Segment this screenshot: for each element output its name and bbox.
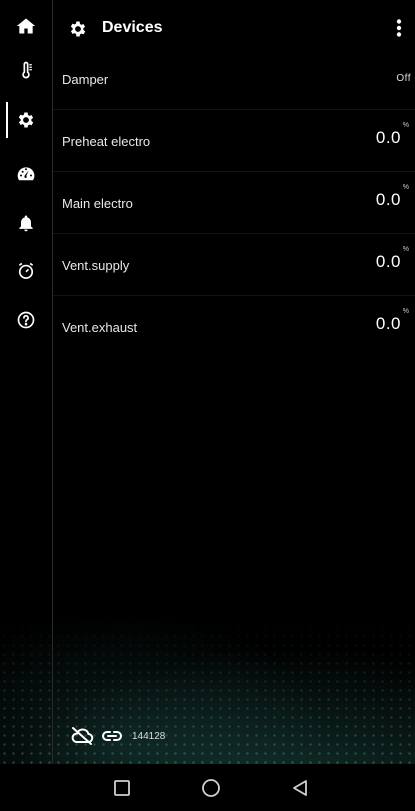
device-label: Damper xyxy=(62,72,109,87)
device-row-preheat-electro[interactable]: Preheat electro 0.0 % xyxy=(53,110,415,172)
sidebar-item-devices[interactable] xyxy=(0,100,52,140)
device-row-main-electro[interactable]: Main electro 0.0 % xyxy=(53,172,415,234)
sidebar-item-home[interactable] xyxy=(0,6,52,46)
sidebar-item-temperature[interactable] xyxy=(0,50,52,90)
device-unit: % xyxy=(402,308,409,315)
device-label: Vent.supply xyxy=(62,258,130,273)
device-row-vent-supply[interactable]: Vent.supply 0.0 % xyxy=(53,234,415,296)
device-row-damper[interactable]: Damper Off xyxy=(53,48,415,110)
circle-icon xyxy=(202,779,220,797)
timer-icon xyxy=(18,262,34,279)
sidebar-item-timer[interactable] xyxy=(0,251,52,291)
device-unit: % xyxy=(402,246,409,253)
gear-icon xyxy=(70,21,86,37)
gauge-icon xyxy=(17,167,35,181)
triangle-back-icon xyxy=(293,780,307,796)
sidebar-item-help[interactable] xyxy=(0,300,52,340)
app-screen: Devices Damper Off Preheat electro 0.0 %… xyxy=(0,0,415,764)
background-pattern xyxy=(0,614,415,764)
overflow-menu-button[interactable] xyxy=(391,16,407,40)
cloud-off-icon xyxy=(71,727,94,745)
device-list: Damper Off Preheat electro 0.0 % Main el… xyxy=(53,48,415,358)
device-row-vent-exhaust[interactable]: Vent.exhaust 0.0 % xyxy=(53,296,415,358)
link-icon xyxy=(102,731,122,741)
connection-status: 144128 xyxy=(70,725,165,747)
recents-button[interactable] xyxy=(102,772,142,804)
gear-icon xyxy=(18,112,34,128)
sidebar xyxy=(0,0,53,764)
sidebar-item-gauge[interactable] xyxy=(0,154,52,194)
device-label: Main electro xyxy=(62,196,133,211)
device-label: Vent.exhaust xyxy=(62,320,138,335)
device-label: Preheat electro xyxy=(62,134,151,149)
device-value: 0.0 xyxy=(375,128,401,147)
bell-icon xyxy=(19,215,33,232)
page-title: Devices xyxy=(102,19,163,36)
device-unit: % xyxy=(402,122,409,129)
sidebar-item-alarms[interactable] xyxy=(0,203,52,243)
thermometer-icon xyxy=(22,61,32,79)
home-icon xyxy=(16,18,36,34)
device-unit: % xyxy=(402,184,409,191)
device-value: 0.0 xyxy=(375,252,401,271)
home-button[interactable] xyxy=(191,772,231,804)
back-button[interactable] xyxy=(280,772,320,804)
device-value: 0.0 xyxy=(375,314,401,333)
help-icon xyxy=(17,311,35,329)
device-value: 0.0 xyxy=(375,190,401,209)
device-value: Off xyxy=(396,73,411,84)
more-vert-icon xyxy=(396,19,402,37)
system-navigation-bar xyxy=(0,764,415,811)
device-id: 144128 xyxy=(132,730,166,742)
square-icon xyxy=(114,780,130,796)
